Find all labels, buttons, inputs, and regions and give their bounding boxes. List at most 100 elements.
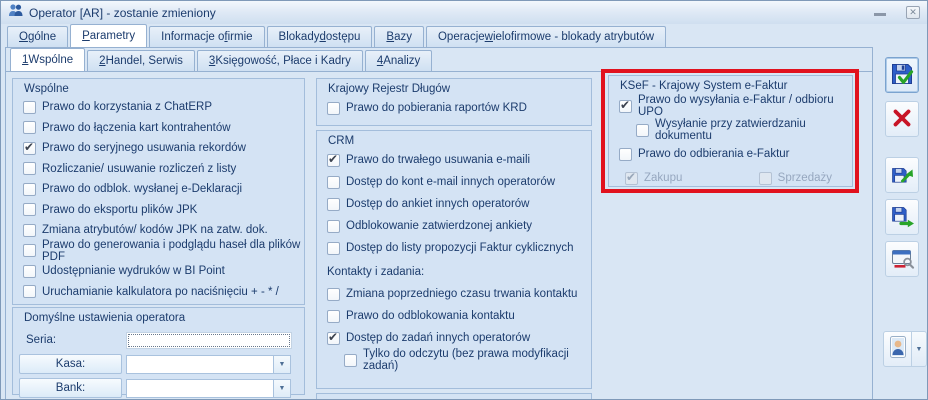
checkbox-label[interactable]: Wysyłanie przy zatwierdzaniu dokumentu (655, 118, 852, 142)
checkbox-label[interactable]: Zmiana poprzedniego czasu trwania kontak… (346, 288, 577, 300)
checkbox[interactable] (23, 203, 36, 217)
checkbox-label[interactable]: Prawo do odblok. wysłanej e-Deklaracji (42, 183, 242, 195)
checkbox[interactable] (327, 219, 340, 233)
checkbox-row: Prawo do wysyłania e-Faktur / odbioru UP… (609, 94, 852, 118)
checkbox-item: Dostęp do zadań innych operatorów (327, 330, 530, 345)
operator-dialog: Operator [AR] - zostanie zmieniony ✕ Ogó… (0, 0, 928, 400)
minimize-icon[interactable] (874, 9, 886, 16)
sub-tab-bar: 1 Wspólne 2 Handel, Serwis 3 Księgowość, P… (6, 48, 872, 72)
checkbox-row: Wysyłanie przy zatwierdzaniu dokumentu (609, 118, 852, 142)
checkbox-label[interactable]: Dostęp do ankiet innych operatorów (346, 198, 529, 210)
checkbox-item: Dostęp do kont e-mail innych operatorów (327, 175, 555, 189)
checkbox-item: Rozliczanie/ usuwanie rozliczeń z listy (23, 162, 236, 176)
dropdown-arrow-icon[interactable]: ▼ (912, 331, 927, 367)
cancel-button[interactable] (885, 101, 919, 137)
checkbox-row: Zmiana poprzedniego czasu trwania kontak… (317, 283, 591, 305)
checkbox[interactable] (23, 100, 36, 114)
save-button[interactable] (885, 57, 919, 93)
checkbox-label[interactable]: Prawo do eksportu plików JPK (42, 204, 197, 216)
checkbox[interactable] (327, 330, 340, 345)
checkbox-label[interactable]: Dostęp do listy propozycji Faktur cyklic… (346, 242, 574, 254)
operator-card-splitbutton: ▼ (883, 331, 927, 367)
checkbox[interactable] (23, 121, 36, 135)
checkbox[interactable] (327, 309, 340, 323)
print-preview-button[interactable] (885, 241, 919, 277)
checkbox[interactable] (23, 162, 36, 176)
group-cut-off (316, 393, 592, 399)
checkbox[interactable] (344, 353, 357, 367)
group-title: CRM (328, 135, 355, 147)
checkbox-item: Prawo do wysyłania e-Faktur / odbioru UP… (619, 94, 852, 118)
checkbox-item: Prawo do korzystania z ChatERP (23, 100, 212, 114)
floppy-arrow-right-icon (889, 203, 915, 232)
checkbox-label[interactable]: Prawo do wysyłania e-Faktur / odbioru UP… (638, 94, 852, 118)
checkbox-label[interactable]: Prawo do pobierania raportów KRD (346, 102, 527, 114)
checkbox[interactable] (327, 101, 340, 115)
kasa-button[interactable]: Kasa: (19, 354, 122, 374)
bank-button[interactable]: Bank: (19, 378, 122, 398)
checkbox-label[interactable]: Prawo do korzystania z ChatERP (42, 101, 212, 113)
checkbox-label[interactable]: Rozliczanie/ usuwanie rozliczeń z listy (42, 163, 236, 175)
main-tab-bar: Ogólne Parametry Informacje o f irmie Blokad… (3, 24, 925, 47)
group-title: Krajowy Rejestr Długów (328, 83, 451, 95)
seria-input[interactable] (126, 331, 292, 349)
tab-operacje-wielofirmowe[interactable]: Operacje w ielofirmowe - blokady atrybutó… (425, 26, 667, 47)
floppy-check-icon (889, 61, 915, 90)
checkbox[interactable] (23, 223, 36, 237)
checkbox[interactable] (23, 140, 36, 155)
bank-combobox[interactable]: ▼ (126, 378, 291, 398)
checkbox-label: Zakupu (644, 172, 683, 184)
chevron-down-icon[interactable]: ▼ (273, 355, 290, 373)
checkbox[interactable] (619, 147, 632, 161)
checkbox[interactable] (327, 287, 340, 301)
checkbox-label[interactable]: Udostępnianie wydruków w BI Point (42, 265, 225, 277)
close-icon[interactable]: ✕ (906, 6, 920, 19)
tab-informacje-o-firmie[interactable]: Informacje o f irmie (149, 26, 265, 47)
checkbox-item: Prawo do seryjnego usuwania rekordów (23, 140, 246, 155)
checkbox-label[interactable]: Prawo do odblokowania kontaktu (346, 310, 515, 322)
checkbox-label[interactable]: Odblokowanie zatwierdzonej ankiety (346, 220, 532, 232)
kasa-combobox[interactable]: ▼ (126, 354, 291, 374)
checkbox[interactable] (23, 182, 36, 196)
wspolne-checklist: Prawo do korzystania z ChatERP Prawo do ł… (13, 97, 304, 302)
checkbox-label[interactable]: Dostęp do zadań innych operatorów (346, 332, 530, 344)
tab-bazy[interactable]: Bazy (374, 26, 424, 47)
checkbox[interactable] (619, 98, 632, 113)
checkbox[interactable] (23, 264, 36, 278)
operator-card-button[interactable] (883, 331, 912, 367)
checkbox-label[interactable]: Tylko do odczytu (bez prawa modyfikacji … (363, 348, 591, 372)
checkbox-item: Zakupu (625, 170, 683, 185)
titlebar[interactable]: Operator [AR] - zostanie zmieniony ✕ (1, 1, 927, 24)
checkbox-label[interactable]: Uruchamianie kalkulatora po naciśnięciu … (42, 286, 279, 298)
subtab-handel-serwis[interactable]: 2 Handel, Serwis (87, 50, 195, 71)
checkbox-item: Odblokowanie zatwierdzonej ankiety (327, 219, 532, 233)
screen-magnifier-icon (889, 245, 915, 274)
save-variant-2-button[interactable] (885, 199, 919, 235)
chevron-down-icon[interactable]: ▼ (273, 379, 290, 397)
checkbox[interactable] (327, 241, 340, 255)
checkbox[interactable] (23, 244, 36, 258)
checkbox[interactable] (327, 175, 340, 189)
checkbox-label[interactable]: Prawo do odbierania e-Faktur (638, 148, 790, 160)
tab-parametry[interactable]: Parametry (70, 24, 148, 47)
checkbox-label[interactable]: Prawo do seryjnego usuwania rekordów (42, 142, 246, 154)
group-ksef: KSeF - Krajowy System e-Faktur Prawo do … (608, 75, 853, 187)
checkbox[interactable] (327, 197, 340, 211)
checkbox-row: Prawo do seryjnego usuwania rekordów (13, 138, 304, 159)
subtab-wspolne[interactable]: 1 Wspólne (10, 48, 86, 71)
group-title: Domyślne ustawienia operatora (24, 312, 186, 324)
checkbox-label[interactable]: Prawo do generowania i podglądu haseł dl… (42, 239, 304, 263)
subtab-ksiegowosc-place-kadry[interactable]: 3 Księgowość, Płace i Kadry (196, 50, 363, 71)
checkbox[interactable] (23, 285, 36, 299)
tab-blokady-dostepu[interactable]: Blokady d ostępu (266, 26, 373, 47)
checkbox-label[interactable]: Dostęp do kont e-mail innych operatorów (346, 176, 555, 188)
save-variant-1-button[interactable] (885, 157, 919, 193)
checkbox-item: Wysyłanie przy zatwierdzaniu dokumentu (636, 118, 852, 142)
tab-ogolne[interactable]: Ogólne (7, 26, 69, 47)
checkbox-label[interactable]: Prawo do trwałego usuwania e-maili (346, 154, 530, 166)
checkbox[interactable] (327, 152, 340, 167)
checkbox[interactable] (636, 123, 649, 137)
checkbox-label[interactable]: Prawo do łączenia kart kontrahentów (42, 122, 231, 134)
checkbox-label[interactable]: Zmiana atrybutów/ kodów JPK na zatw. dok… (42, 224, 268, 236)
subtab-analizy[interactable]: 4 Analizy (364, 50, 433, 71)
